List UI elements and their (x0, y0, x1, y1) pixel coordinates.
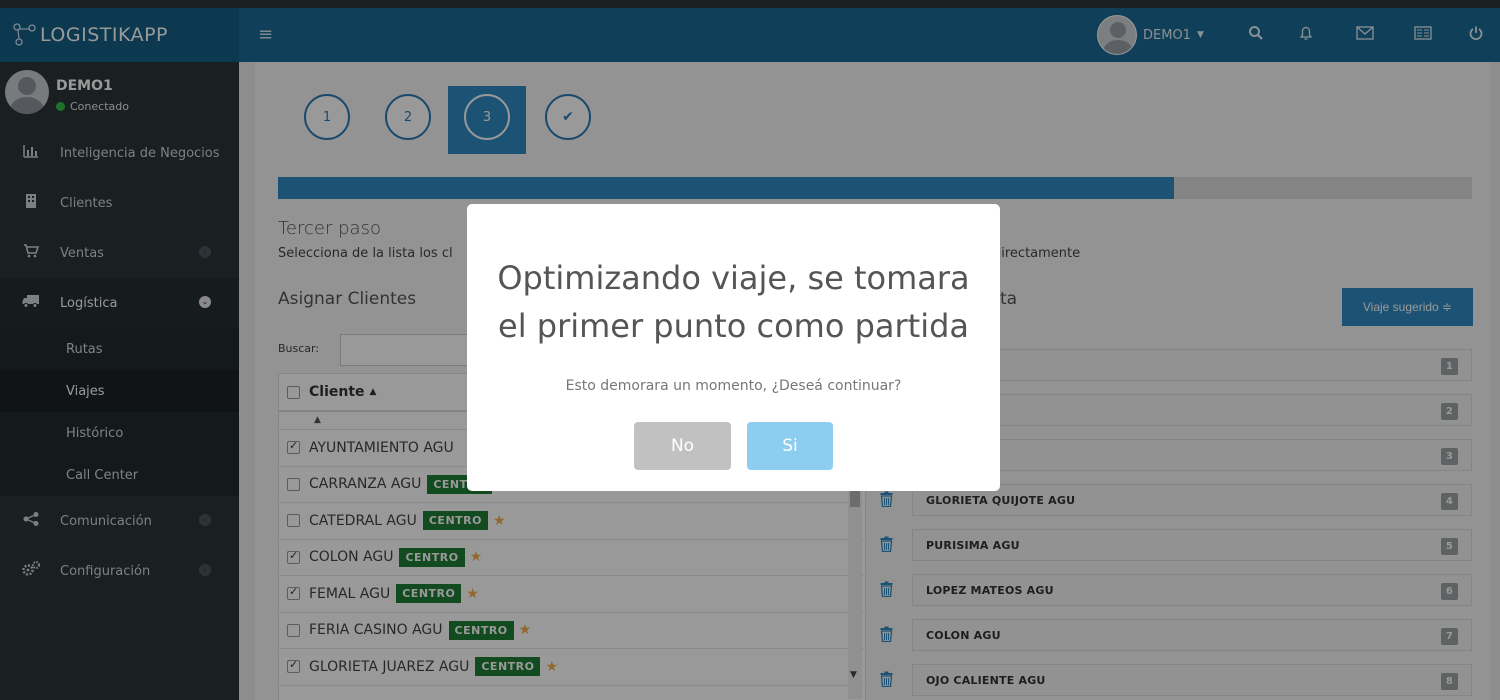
dialog-buttons: No Si (467, 422, 1000, 470)
confirm-dialog: Optimizando viaje, se tomara el primer p… (467, 204, 1000, 491)
modal-overlay[interactable]: Optimizando viaje, se tomara el primer p… (0, 0, 1500, 700)
dialog-text: Esto demorara un momento, ¿Deseá continu… (565, 378, 902, 394)
yes-button[interactable]: Si (747, 422, 833, 470)
dialog-title: Optimizando viaje, se tomara el primer p… (497, 259, 970, 345)
no-button[interactable]: No (634, 422, 731, 470)
